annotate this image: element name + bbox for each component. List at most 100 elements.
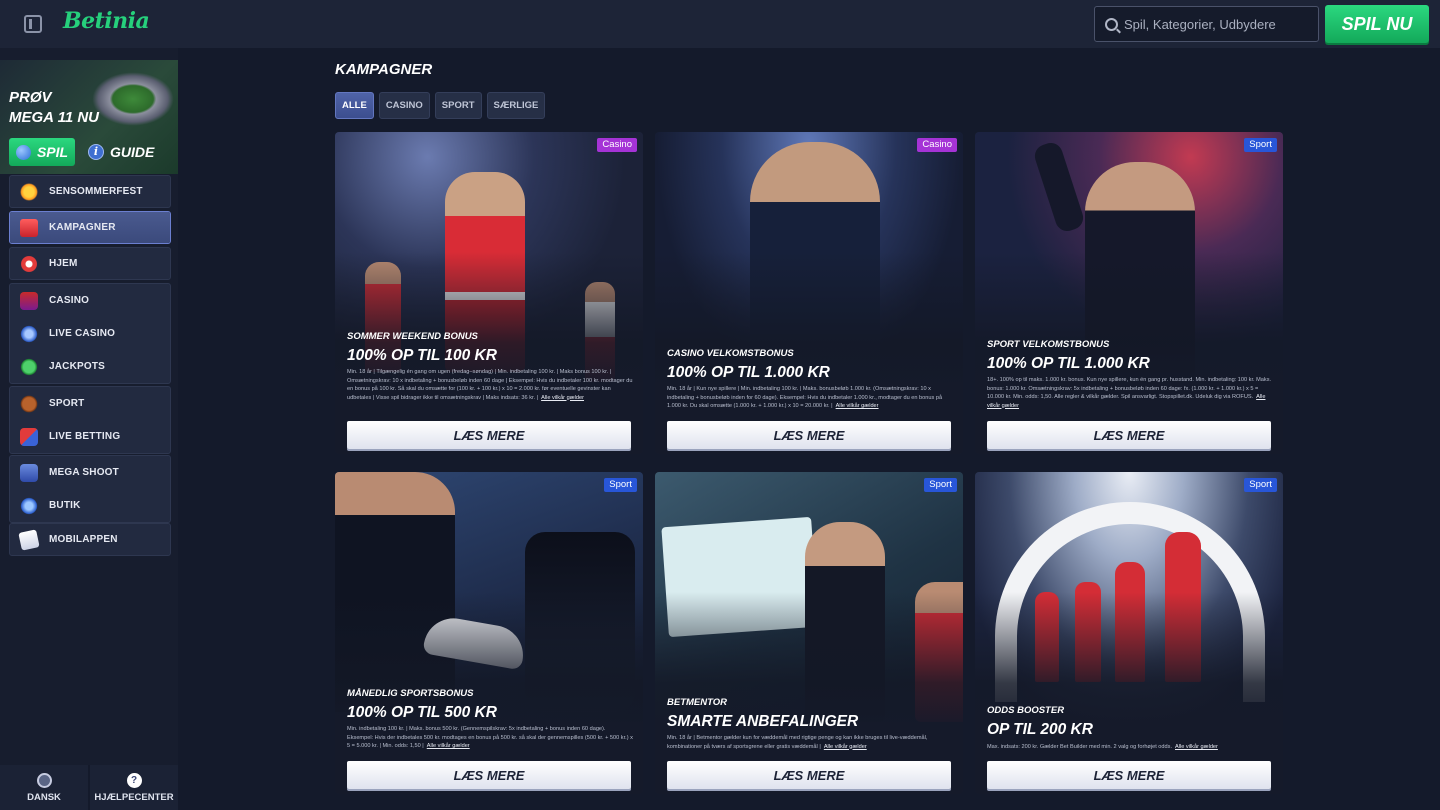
read-more-button[interactable]: LÆS MERE [667, 761, 951, 789]
help-label: HJÆLPECENTER [94, 791, 174, 803]
sidebar-item-sensommerfest[interactable]: SENSOMMERFEST [10, 176, 170, 207]
nav-group-casino: CASINO LIVE CASINO JACKPOTS [9, 283, 171, 384]
card-title: 100% OP TIL 100 KR [347, 347, 497, 364]
home-icon [20, 254, 38, 273]
search-input[interactable] [1124, 16, 1304, 32]
card-title: 100% OP TIL 1.000 KR [987, 355, 1150, 372]
card-terms: 18+. 100% op til maks. 1.000 kr. bonus. … [987, 376, 1273, 410]
terms-link[interactable]: Alle vilkår gælder [824, 744, 867, 750]
play-now-button[interactable]: SPIL NU [1325, 5, 1429, 43]
sidebar-item-jackpots[interactable]: JACKPOTS [10, 350, 170, 383]
sidebar-item-kampagner[interactable]: KAMPAGNER [10, 212, 170, 243]
card-subtitle: ODDS BOOSTER [987, 705, 1065, 716]
terms-text: Min. 18 år | Kun nye spillere | Min. ind… [667, 386, 943, 409]
help-center-button[interactable]: ? HJÆLPECENTER [88, 765, 178, 810]
card-terms: Min. 18 år | Betmentor gælder kun for væ… [667, 734, 953, 751]
stadium-illustration [92, 72, 174, 126]
sidebar-item-live-betting[interactable]: LIVE BETTING [10, 420, 170, 453]
card-subtitle: SPORT VELKOMSTBONUS [987, 339, 1110, 350]
card-subtitle: SOMMER WEEKEND BONUS [347, 331, 478, 342]
sidebar-item-sport[interactable]: SPORT [10, 387, 170, 420]
live-betting-icon [20, 427, 38, 446]
card-terms: Max. indsats: 200 kr. Gælder Bet Builder… [987, 743, 1273, 752]
sidebar-item-label: HJEM [49, 258, 78, 269]
category-badge: Casino [917, 138, 957, 152]
filter-tabs: ALLE CASINO SPORT SÆRLIGE [335, 92, 546, 119]
card-title: SMARTE ANBEFALINGER [667, 713, 859, 730]
terms-link[interactable]: Alle vilkår gælder [1175, 744, 1218, 750]
sidebar-item-label: CASINO [49, 295, 90, 306]
shop-icon [20, 496, 38, 515]
read-more-button[interactable]: LÆS MERE [987, 761, 1271, 789]
sidebar-toggle-icon[interactable] [24, 15, 42, 33]
card-title: 100% OP TIL 1.000 KR [667, 364, 830, 381]
read-more-button[interactable]: LÆS MERE [667, 421, 951, 449]
mega-shoot-icon [20, 463, 38, 482]
language-selector[interactable]: DANSK [0, 765, 88, 810]
category-badge: Casino [597, 138, 637, 152]
nav-group-extras: MEGA SHOOT BUTIK [9, 455, 171, 523]
card-terms: Min. indbetaling 100 kr. | Maks. bonus 5… [347, 725, 633, 751]
nav-group-home: HJEM [9, 247, 171, 280]
terms-text: Min. indbetaling 100 kr. | Maks. bonus 5… [347, 726, 633, 749]
tab-saerlige[interactable]: SÆRLIGE [486, 92, 546, 119]
tab-sport[interactable]: SPORT [434, 92, 482, 119]
search-box[interactable] [1094, 6, 1319, 42]
terms-text: 18+. 100% op til maks. 1.000 kr. bonus. … [987, 377, 1272, 400]
promo-guide-button[interactable]: i GUIDE [88, 138, 158, 166]
category-badge: Sport [1244, 478, 1277, 492]
promo-card: Sport ODDS BOOSTER OP TIL 200 KR Max. in… [975, 472, 1283, 794]
tab-casino[interactable]: CASINO [378, 92, 430, 119]
card-title: OP TIL 200 KR [987, 721, 1093, 738]
promo-play-button[interactable]: SPIL [9, 138, 75, 166]
terms-text: Max. indsats: 200 kr. Gælder Bet Builder… [987, 744, 1172, 750]
help-icon: ? [126, 772, 142, 788]
phone-icon [18, 528, 40, 551]
tab-alle[interactable]: ALLE [335, 92, 374, 119]
slot-machine-icon [20, 291, 38, 310]
promo-title: PRØV MEGA 11 NU [9, 89, 100, 126]
brand-logo[interactable]: Betinia [63, 8, 150, 34]
terms-text: Min. 18 år | Betmentor gælder kun for væ… [667, 735, 928, 750]
card-subtitle: MÅNEDLIG SPORTSBONUS [347, 688, 474, 699]
sun-icon [20, 182, 38, 201]
promo-card: Sport SPORT VELKOMSTBONUS 100% OP TIL 1.… [975, 132, 1283, 454]
sidebar-item-label: SENSOMMERFEST [49, 186, 143, 197]
live-casino-icon [20, 324, 38, 343]
terms-link[interactable]: Alle vilkår gælder [836, 403, 879, 409]
page-title: KAMPAGNER [335, 61, 433, 78]
category-badge: Sport [924, 478, 957, 492]
promo-card: Casino SOMMER WEEKEND BONUS 100% OP TIL … [335, 132, 643, 454]
sidebar-item-label: SPORT [49, 398, 85, 409]
sidebar-item-hjem[interactable]: HJEM [10, 248, 170, 279]
sidebar-item-butik[interactable]: BUTIK [10, 489, 170, 522]
nav-group-app: MOBILAPPEN [9, 523, 171, 556]
info-icon: i [88, 144, 104, 160]
language-label: DANSK [27, 791, 61, 803]
sidebar-item-label: KAMPAGNER [49, 222, 116, 233]
promo-card: Sport BETMENTOR SMARTE ANBEFALINGER Min.… [655, 472, 963, 794]
sidebar: PRØV MEGA 11 NU SPIL i GUIDE SENSOMMERFE… [0, 48, 178, 810]
card-subtitle: CASINO VELKOMSTBONUS [667, 348, 794, 359]
read-more-button[interactable]: LÆS MERE [347, 421, 631, 449]
sidebar-item-mega-shoot[interactable]: MEGA SHOOT [10, 456, 170, 489]
sidebar-item-label: MOBILAPPEN [49, 534, 118, 545]
football-icon [20, 394, 38, 413]
terms-link[interactable]: Alle vilkår gælder [541, 395, 584, 401]
sidebar-item-mobilappen[interactable]: MOBILAPPEN [10, 524, 170, 555]
clover-icon [20, 357, 38, 376]
promo-play-label: SPIL [36, 144, 69, 160]
sidebar-item-live-casino[interactable]: LIVE CASINO [10, 317, 170, 350]
nav-group-kampagner: KAMPAGNER [9, 211, 171, 244]
sidebar-item-label: LIVE CASINO [49, 328, 116, 339]
nav-group-sport: SPORT LIVE BETTING [9, 386, 171, 454]
category-badge: Sport [604, 478, 637, 492]
card-terms: Min. 18 år | Tilgængelig én gang om ugen… [347, 368, 633, 402]
read-more-button[interactable]: LÆS MERE [347, 761, 631, 789]
sidebar-promo-banner[interactable]: PRØV MEGA 11 NU SPIL i GUIDE [0, 60, 178, 174]
card-subtitle: BETMENTOR [667, 697, 727, 708]
sidebar-item-casino[interactable]: CASINO [10, 284, 170, 317]
terms-text: Min. 18 år | Tilgængelig én gang om ugen… [347, 369, 633, 401]
read-more-button[interactable]: LÆS MERE [987, 421, 1271, 449]
terms-link[interactable]: Alle vilkår gælder [427, 743, 470, 749]
